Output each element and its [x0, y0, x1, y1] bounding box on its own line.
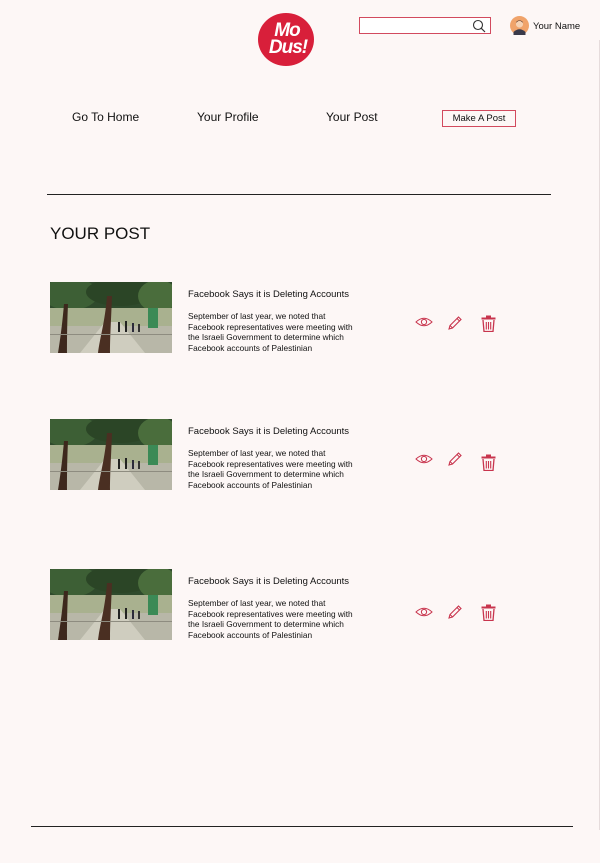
eye-icon[interactable]: [415, 453, 433, 471]
pencil-icon[interactable]: [447, 315, 465, 333]
avatar[interactable]: [510, 16, 529, 35]
post-excerpt: September of last year, we noted that Fa…: [188, 598, 353, 640]
post-thumbnail[interactable]: [50, 282, 172, 353]
post-excerpt: September of last year, we noted that Fa…: [188, 311, 353, 353]
post-title[interactable]: Facebook Says it is Deleting Accounts: [188, 426, 349, 437]
search-input[interactable]: [363, 19, 467, 31]
eye-icon[interactable]: [415, 606, 433, 624]
header-divider: [47, 194, 551, 195]
user-name[interactable]: Your Name: [533, 21, 580, 32]
make-post-button[interactable]: Make A Post: [442, 110, 516, 127]
post-row: Facebook Says it is Deleting Accounts Se…: [50, 419, 510, 491]
post-title[interactable]: Facebook Says it is Deleting Accounts: [188, 289, 349, 300]
post-thumbnail[interactable]: [50, 419, 172, 490]
trash-icon[interactable]: [481, 454, 499, 472]
nav-home-link[interactable]: Go To Home: [72, 110, 139, 124]
post-title[interactable]: Facebook Says it is Deleting Accounts: [188, 576, 349, 587]
logo-text-line2: Dus!: [268, 37, 308, 58]
footer-divider: [31, 826, 573, 827]
post-thumbnail[interactable]: [50, 569, 172, 640]
pencil-icon[interactable]: [447, 451, 465, 469]
nav-your-post-link[interactable]: Your Post: [326, 110, 378, 124]
post-row: Facebook Says it is Deleting Accounts Se…: [50, 569, 510, 641]
page-title: YOUR POST: [50, 224, 151, 243]
nav-profile-link[interactable]: Your Profile: [197, 110, 259, 124]
search-box[interactable]: [359, 17, 491, 34]
trash-icon[interactable]: [481, 315, 499, 333]
post-excerpt: September of last year, we noted that Fa…: [188, 448, 353, 490]
pencil-icon[interactable]: [447, 604, 465, 622]
post-row: Facebook Says it is Deleting Accounts Se…: [50, 282, 510, 354]
site-logo[interactable]: Mo Dus!: [258, 13, 314, 66]
trash-icon[interactable]: [481, 604, 499, 622]
eye-icon[interactable]: [415, 316, 433, 334]
search-icon[interactable]: [472, 19, 486, 33]
